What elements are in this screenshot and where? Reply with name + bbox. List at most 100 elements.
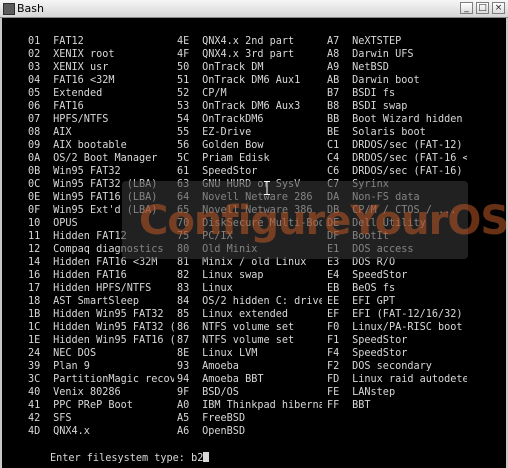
partition-type-entry: 1E Hidden Win95 FAT16 ( (28, 334, 174, 347)
partition-type-entry: F2 DOS secondary (327, 360, 467, 373)
partition-type-name: FreeBSD (202, 413, 246, 424)
partition-type-code: 01 (28, 36, 41, 47)
partition-type-name: QNX4.x (53, 426, 90, 437)
partition-type-name: SpeedStor (352, 348, 408, 359)
partition-type-name: EFI (FAT-12/16/32) (352, 309, 463, 320)
partition-type-code: 10 (28, 218, 41, 229)
title-bar[interactable]: Bash _ □ × (0, 0, 508, 18)
partition-type-name: EZ-Drive (202, 127, 252, 138)
partition-type-entry: 86 NTFS volume set (177, 321, 322, 334)
prompt-input[interactable]: b2 (191, 453, 203, 464)
partition-type-code: 56 (177, 140, 190, 151)
close-button[interactable]: × (492, 2, 505, 14)
partition-type-code: A7 (327, 36, 340, 47)
partition-type-name: Priam Edisk (202, 153, 270, 164)
minimize-button[interactable]: _ (460, 2, 473, 14)
partition-type-name: QNX4.x 2nd part (202, 36, 295, 47)
partition-type-name: Hidden Win95 FAT16 ( (53, 335, 174, 346)
partition-type-name: XENIX root (53, 49, 115, 60)
partition-type-name: QNX4.x 3rd part (202, 49, 295, 60)
partition-type-code: FE (327, 387, 340, 398)
partition-type-name: FAT12 (53, 36, 84, 47)
partition-type-name: OnTrack DM6 Aux3 (202, 101, 301, 112)
partition-type-name: BSD/OS (202, 387, 239, 398)
partition-type-code: 1B (28, 309, 41, 320)
partition-type-code: 39 (28, 361, 41, 372)
window-title: Bash (17, 2, 44, 15)
partition-type-entry: F0 Linux/PA-RISC boot (327, 321, 467, 334)
partition-type-code: 0E (28, 192, 41, 203)
partition-type-code: A9 (327, 62, 340, 73)
partition-type-code: 02 (28, 49, 41, 60)
partition-type-name: Hidden Win95 FAT32 (53, 309, 164, 320)
prompt-label: Enter filesystem type: (50, 453, 192, 464)
partition-type-entry: A0 IBM Thinkpad hiberna (177, 399, 322, 412)
partition-type-name: Hidden FAT12 (53, 231, 127, 242)
partition-type-code: 52 (177, 88, 190, 99)
partition-type-code: F1 (327, 335, 340, 346)
partition-type-entry: 61 SpeedStor (177, 165, 322, 178)
partition-type-name: Darwin boot (352, 75, 420, 86)
partition-type-entry: FE LANstep (327, 386, 467, 399)
partition-type-code: 1C (28, 322, 41, 333)
partition-type-entry: A8 Darwin UFS (327, 48, 467, 61)
partition-type-name: NEC DOS (53, 348, 97, 359)
partition-type-name: Linux raid autodetec (352, 374, 467, 385)
partition-type-name: BSDI swap (352, 101, 408, 112)
partition-type-name: DRDOS/sec (FAT-16) (352, 166, 463, 177)
partition-type-entry: 24 NEC DOS (28, 347, 174, 360)
partition-type-entry: 02 XENIX root (28, 48, 174, 61)
partition-type-name: Amoeba (202, 361, 239, 372)
partition-type-code: B8 (327, 101, 340, 112)
partition-type-code: 93 (177, 361, 190, 372)
partition-type-name: XENIX usr (53, 62, 109, 73)
partition-type-name: SpeedStor (202, 166, 258, 177)
partition-type-name: Plan 9 (53, 361, 90, 372)
terminal-area[interactable]: 01 FAT12 02 XENIX root 03 XENIX usr 04 FAT1… (2, 18, 508, 468)
partition-type-code: 05 (28, 88, 41, 99)
partition-type-code: 84 (177, 296, 190, 307)
partition-type-entry: 16 Hidden FAT16 (28, 269, 174, 282)
partition-type-name: Hidden FAT16 (53, 270, 127, 281)
partition-type-name: SpeedStor (352, 335, 408, 346)
partition-type-entry: 83 Linux (177, 282, 322, 295)
partition-type-code: 0A (28, 153, 41, 164)
partition-type-entry: 01 FAT12 (28, 35, 174, 48)
maximize-button[interactable]: □ (476, 2, 489, 14)
partition-type-name: CP/M (202, 88, 227, 99)
partition-type-code: EB (327, 283, 340, 294)
partition-type-entry: 40 Venix 80286 (28, 386, 174, 399)
partition-type-name: AIX (53, 127, 72, 138)
partition-type-code: C6 (327, 166, 340, 177)
partition-type-code: 09 (28, 140, 41, 151)
command-prompt[interactable]: Enter filesystem type: b2 (50, 452, 210, 464)
partition-type-name: SpeedStor (352, 270, 408, 281)
partition-type-entry: 06 FAT16 (28, 100, 174, 113)
partition-type-entry: C1 DRDOS/sec (FAT-12) (327, 139, 467, 152)
partition-type-entry: 5C Priam Edisk (177, 152, 322, 165)
terminal-window: Bash _ □ × 01 FAT12 02 XENIX root 03 XENIX… (0, 0, 508, 468)
partition-type-name: OnTrack DM (202, 62, 264, 73)
partition-type-entry: 08 AIX (28, 126, 174, 139)
partition-type-name: Linux swap (202, 270, 264, 281)
partition-type-entry: B8 BSDI swap (327, 100, 467, 113)
partition-type-code: 24 (28, 348, 41, 359)
partition-type-code: 04 (28, 75, 41, 86)
partition-type-entry: 54 OnTrackDM6 (177, 113, 322, 126)
partition-type-entry: 84 OS/2 hidden C: drive (177, 295, 322, 308)
partition-type-entry: 42 SFS (28, 412, 174, 425)
partition-type-name: OnTrack DM6 Aux1 (202, 75, 301, 86)
partition-type-code: 94 (177, 374, 190, 385)
partition-type-entry: 50 OnTrack DM (177, 61, 322, 74)
partition-type-code: 9F (177, 387, 190, 398)
partition-type-entry: 1B Hidden Win95 FAT32 (28, 308, 174, 321)
partition-type-code: EE (327, 296, 340, 307)
partition-type-name: DOS secondary (352, 361, 432, 372)
partition-type-name: Linux (202, 283, 233, 294)
partition-type-name: NTFS volume set (202, 335, 295, 346)
partition-type-name: BSDI fs (352, 88, 396, 99)
partition-type-code: 53 (177, 101, 190, 112)
partition-type-code: F4 (327, 348, 340, 359)
partition-type-name: IBM Thinkpad hiberna (202, 400, 322, 411)
partition-type-entry: 4D QNX4.x (28, 425, 174, 438)
